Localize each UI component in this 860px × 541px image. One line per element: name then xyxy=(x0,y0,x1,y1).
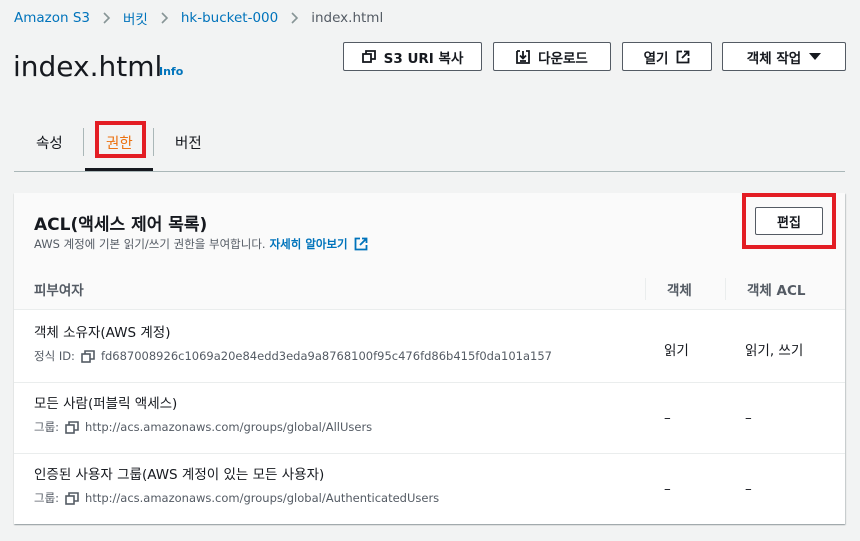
row-divider xyxy=(14,453,845,454)
copy-s3-uri-button[interactable]: S3 URI 복사 xyxy=(343,42,482,71)
copy-icon[interactable] xyxy=(65,420,79,434)
row-divider xyxy=(14,382,845,383)
chevron-right-icon xyxy=(160,12,169,24)
grantee-id: 정식 ID: fd687008926c1069a20e84edd3eda9a87… xyxy=(34,348,552,364)
column-divider xyxy=(725,278,726,300)
download-icon xyxy=(516,49,531,64)
acl-description: AWS 계정에 기본 읽기/쓰기 권한을 부여합니다. 자세히 알아보기 xyxy=(34,236,368,252)
breadcrumb-bucket[interactable]: hk-bucket-000 xyxy=(181,10,278,26)
column-header-grantee: 피부여자 xyxy=(34,283,84,299)
copy-s3-uri-label: S3 URI 복사 xyxy=(383,50,464,67)
column-header-object-acl: 객체 ACL xyxy=(747,283,806,299)
external-link-icon xyxy=(676,50,690,64)
breadcrumb: Amazon S3 버킷 hk-bucket-000 index.html xyxy=(14,8,383,28)
grantee-id: 그룹: http://acs.amazonaws.com/groups/glob… xyxy=(34,419,372,435)
grantee-id-label: 그룹: xyxy=(34,420,60,434)
tab-divider xyxy=(153,128,154,156)
download-label: 다운로드 xyxy=(538,50,588,67)
chevron-right-icon xyxy=(102,12,111,24)
chevron-right-icon xyxy=(290,12,299,24)
object-acl-permission: – xyxy=(745,410,752,426)
object-permission: – xyxy=(664,410,671,426)
external-link-icon[interactable] xyxy=(354,237,368,251)
copy-icon xyxy=(361,50,376,63)
breadcrumb-buckets[interactable]: 버킷 xyxy=(123,8,148,28)
object-actions-button[interactable]: 객체 작업 xyxy=(722,42,846,71)
copy-icon[interactable] xyxy=(65,491,79,505)
grantee-name: 모든 사람(퍼블릭 액세스) xyxy=(34,396,178,412)
tab-properties[interactable]: 속성 xyxy=(36,115,63,169)
info-link[interactable]: Info xyxy=(159,65,183,78)
object-permission: – xyxy=(664,481,671,497)
tab-divider xyxy=(83,128,84,156)
tab-list: 속성 권한 버전 xyxy=(14,115,845,172)
open-button[interactable]: 열기 xyxy=(622,42,712,71)
acl-panel: ACL(액세스 제어 목록) AWS 계정에 기본 읽기/쓰기 권한을 부여합니… xyxy=(14,193,845,524)
row-divider xyxy=(14,309,845,310)
acl-description-text: AWS 계정에 기본 읽기/쓰기 권한을 부여합니다. xyxy=(34,237,266,251)
caret-down-icon xyxy=(809,52,822,61)
acl-title: ACL(액세스 제어 목록) xyxy=(34,215,208,235)
grantee-id-value: fd687008926c1069a20e84edd3eda9a8768100f9… xyxy=(100,349,552,363)
grantee-id-label: 정식 ID: xyxy=(34,349,75,363)
column-divider xyxy=(645,278,646,300)
grantee-id: 그룹: http://acs.amazonaws.com/groups/glob… xyxy=(34,490,439,506)
open-label: 열기 xyxy=(643,50,669,67)
breadcrumb-current: index.html xyxy=(311,10,384,26)
grantee-name: 인증된 사용자 그룹(AWS 계정이 있는 모든 사용자) xyxy=(34,467,325,483)
column-header-object: 객체 xyxy=(667,283,692,299)
breadcrumb-amazon-s3[interactable]: Amazon S3 xyxy=(14,10,90,26)
grantee-id-value: http://acs.amazonaws.com/groups/global/A… xyxy=(85,420,373,434)
edit-button[interactable]: 편집 xyxy=(755,207,823,235)
page-title: index.html xyxy=(13,50,163,83)
grantee-name: 객체 소유자(AWS 계정) xyxy=(34,325,171,341)
tab-permissions[interactable]: 권한 xyxy=(106,115,133,169)
tab-versions[interactable]: 버전 xyxy=(175,115,202,169)
learn-more-link[interactable]: 자세히 알아보기 xyxy=(270,236,348,252)
object-acl-permission: 읽기, 쓰기 xyxy=(745,343,804,359)
object-actions-label: 객체 작업 xyxy=(746,50,802,67)
active-tab-indicator xyxy=(85,168,153,171)
object-acl-permission: – xyxy=(745,481,752,497)
copy-icon[interactable] xyxy=(81,349,95,363)
grantee-id-value: http://acs.amazonaws.com/groups/global/A… xyxy=(85,491,440,505)
download-button[interactable]: 다운로드 xyxy=(493,42,611,71)
grantee-id-label: 그룹: xyxy=(34,491,60,505)
object-permission: 읽기 xyxy=(664,343,689,359)
